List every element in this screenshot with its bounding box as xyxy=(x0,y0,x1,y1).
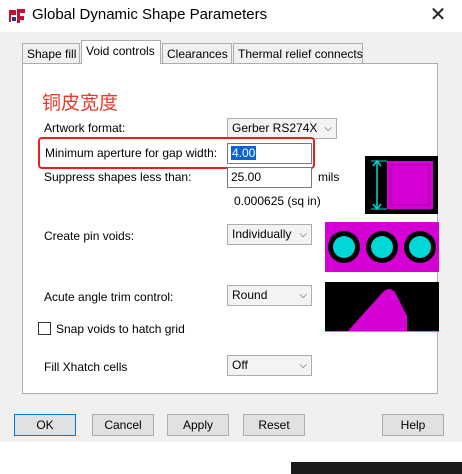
acute-angle-select[interactable]: Round ⌵ xyxy=(227,285,312,306)
tab-void-controls[interactable]: Void controls xyxy=(81,40,161,64)
help-button[interactable]: Help xyxy=(382,414,444,436)
background-strip xyxy=(291,462,462,474)
reset-button[interactable]: Reset xyxy=(243,414,305,436)
acute-angle-label: Acute angle trim control: xyxy=(44,290,174,304)
annotation-text: 铜皮宽度 xyxy=(42,92,119,114)
app-icon xyxy=(8,7,26,25)
fill-xhatch-value: Off xyxy=(232,358,248,372)
suppress-shapes-area: 0.000625 (sq in) xyxy=(234,194,321,208)
acute-angle-value: Round xyxy=(232,288,268,302)
pin-voids-preview xyxy=(325,222,439,272)
min-aperture-value: 4.00 xyxy=(231,146,257,160)
apply-button[interactable]: Apply xyxy=(167,414,229,436)
fill-xhatch-label: Fill Xhatch cells xyxy=(44,360,128,374)
pin-voids-label: Create pin voids: xyxy=(44,229,135,243)
tab-clearances[interactable]: Clearances xyxy=(162,43,232,63)
pin-voids-select[interactable]: Individually ⌵ xyxy=(227,224,312,245)
suppress-shapes-label: Suppress shapes less than: xyxy=(44,170,192,184)
snap-voids-checkbox[interactable] xyxy=(38,322,51,335)
suppress-shapes-unit: mils xyxy=(318,170,340,184)
acute-angle-preview xyxy=(325,282,439,333)
close-icon[interactable]: ✕ xyxy=(426,3,450,27)
fill-xhatch-select[interactable]: Off ⌵ xyxy=(227,355,312,376)
suppress-shapes-input[interactable]: 25.00 xyxy=(227,167,312,188)
pin-voids-value: Individually xyxy=(232,227,292,241)
artwork-format-select[interactable]: Gerber RS274X ⌵ xyxy=(227,118,337,139)
window-title: Global Dynamic Shape Parameters xyxy=(32,6,268,23)
chevron-down-icon: ⌵ xyxy=(299,290,307,301)
snap-voids-label: Snap voids to hatch grid xyxy=(56,322,185,336)
tab-shape-fill[interactable]: Shape fill xyxy=(22,43,80,63)
suppress-shapes-preview xyxy=(365,156,438,214)
min-aperture-label: Minimum aperture for gap width: xyxy=(45,146,218,160)
tab-thermal-relief-connects[interactable]: Thermal relief connects xyxy=(233,43,363,63)
chevron-down-icon: ⌵ xyxy=(299,229,307,240)
cancel-button[interactable]: Cancel xyxy=(92,414,154,436)
chevron-down-icon: ⌵ xyxy=(324,123,332,134)
min-aperture-input[interactable]: 4.00 xyxy=(227,143,312,164)
artwork-format-label: Artwork format: xyxy=(44,121,126,135)
artwork-format-value: Gerber RS274X xyxy=(232,121,318,135)
ok-button[interactable]: OK xyxy=(14,414,76,436)
chevron-down-icon: ⌵ xyxy=(299,360,307,371)
